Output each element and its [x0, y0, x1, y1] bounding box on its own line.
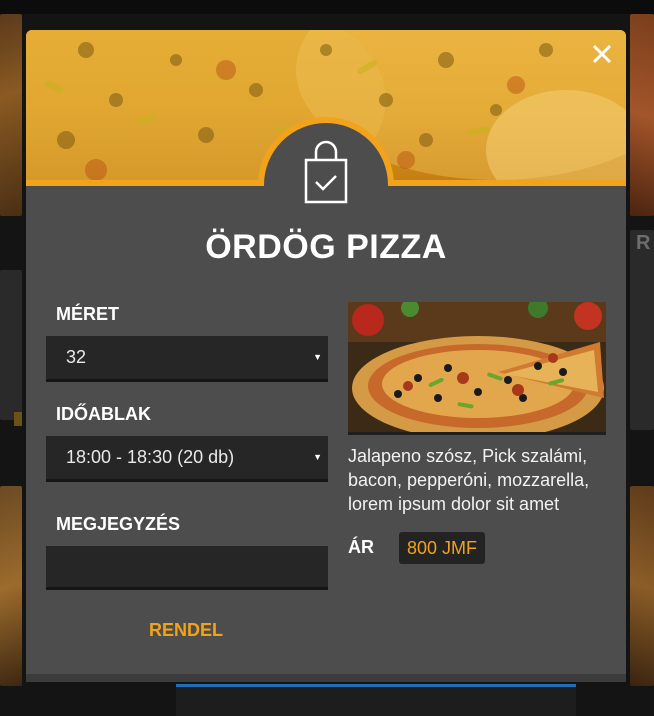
background-card-image [0, 486, 22, 686]
background-card-title: R [636, 232, 651, 254]
order-button[interactable]: RENDEL [136, 620, 236, 646]
pizza-description: Jalapeno szósz, Pick szalámi, bacon, pep… [348, 446, 590, 514]
size-select-value: 32 [66, 347, 87, 367]
timeslot-label: IDŐABLAK [56, 404, 151, 424]
note-label: MEGJEGYZÉS [56, 514, 181, 534]
close-button[interactable] [588, 40, 616, 68]
shopping-bag-check-icon [300, 138, 352, 204]
dropdown-arrow-icon: ▼ [313, 452, 322, 462]
background-card-bottom [176, 684, 576, 716]
pizza-image [348, 302, 606, 435]
order-modal: ÖRDÖG PIZZA MÉRET 32 ▼ IDŐABLAK 18:00 - … [26, 30, 626, 682]
size-select[interactable]: 32 ▼ [46, 336, 328, 382]
dropdown-arrow-icon: ▼ [313, 352, 322, 362]
note-input[interactable] [46, 546, 328, 590]
background-accent [14, 412, 22, 426]
price-label: ÁR [348, 537, 374, 557]
timeslot-select-value: 18:00 - 18:30 (20 db) [66, 447, 235, 467]
background-top-bar [0, 0, 654, 14]
background-card-body [0, 270, 22, 420]
size-label: MÉRET [56, 304, 119, 324]
background-card-image [630, 14, 654, 216]
close-icon [592, 44, 612, 64]
background-card-image [630, 486, 654, 686]
background-card-image [0, 14, 22, 216]
price-value: 800 JMF [399, 532, 486, 564]
modal-footer-edge [26, 674, 626, 682]
background-card-body [630, 230, 654, 430]
modal-title: ÖRDÖG PIZZA [205, 228, 447, 266]
timeslot-select[interactable]: 18:00 - 18:30 (20 db) ▼ [46, 436, 328, 482]
